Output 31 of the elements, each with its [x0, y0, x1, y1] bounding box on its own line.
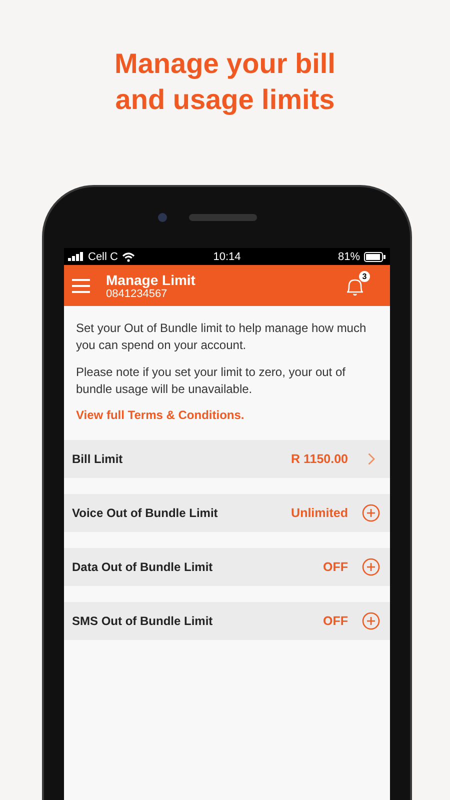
intro-paragraph: Please note if you set your limit to zero, your out of bundle usage will be unavailable. [76, 364, 346, 398]
limit-label: SMS Out of Bundle Limit [72, 614, 214, 628]
carrier-name: Cell C [88, 250, 118, 262]
limit-label: Bill Limit [72, 452, 124, 466]
limit-row[interactable]: Bill Limit R 1150.00 [64, 440, 390, 478]
status-time: 10:14 [213, 250, 241, 262]
limit-value: R 1150.00 [291, 452, 348, 466]
limit-row[interactable]: SMS Out of Bundle Limit OFF [64, 602, 390, 640]
limit-row[interactable]: Voice Out of Bundle Limit Unlimited [64, 494, 390, 532]
limit-row[interactable]: Data Out of Bundle Limit OFF [64, 548, 390, 586]
limit-label: Data Out of Bundle Limit [72, 560, 214, 574]
wifi-icon [122, 252, 135, 262]
limit-value: OFF [323, 614, 348, 628]
limit-label: Voice Out of Bundle Limit [72, 506, 219, 520]
screen-title: Manage Limit [106, 272, 196, 288]
speaker-grille [188, 214, 256, 221]
menu-icon[interactable] [72, 278, 90, 292]
add-icon[interactable] [362, 558, 380, 576]
phone-number: 0841234567 [106, 288, 168, 300]
limit-value: Unlimited [291, 506, 348, 520]
chevron-right-icon [368, 453, 375, 465]
camera-icon [158, 213, 166, 222]
add-icon[interactable] [362, 504, 380, 522]
limit-value: OFF [323, 560, 348, 574]
signal-icon [68, 252, 84, 261]
headline: Manage your bill and usage limits [114, 47, 336, 117]
notification-badge: 3 [359, 270, 370, 282]
add-icon[interactable] [362, 612, 380, 630]
battery-percent: 81% [338, 250, 360, 262]
intro-paragraph: Set your Out of Bundle limit to help manage how much you can spend on your account. [76, 320, 368, 354]
battery-icon [364, 252, 386, 262]
